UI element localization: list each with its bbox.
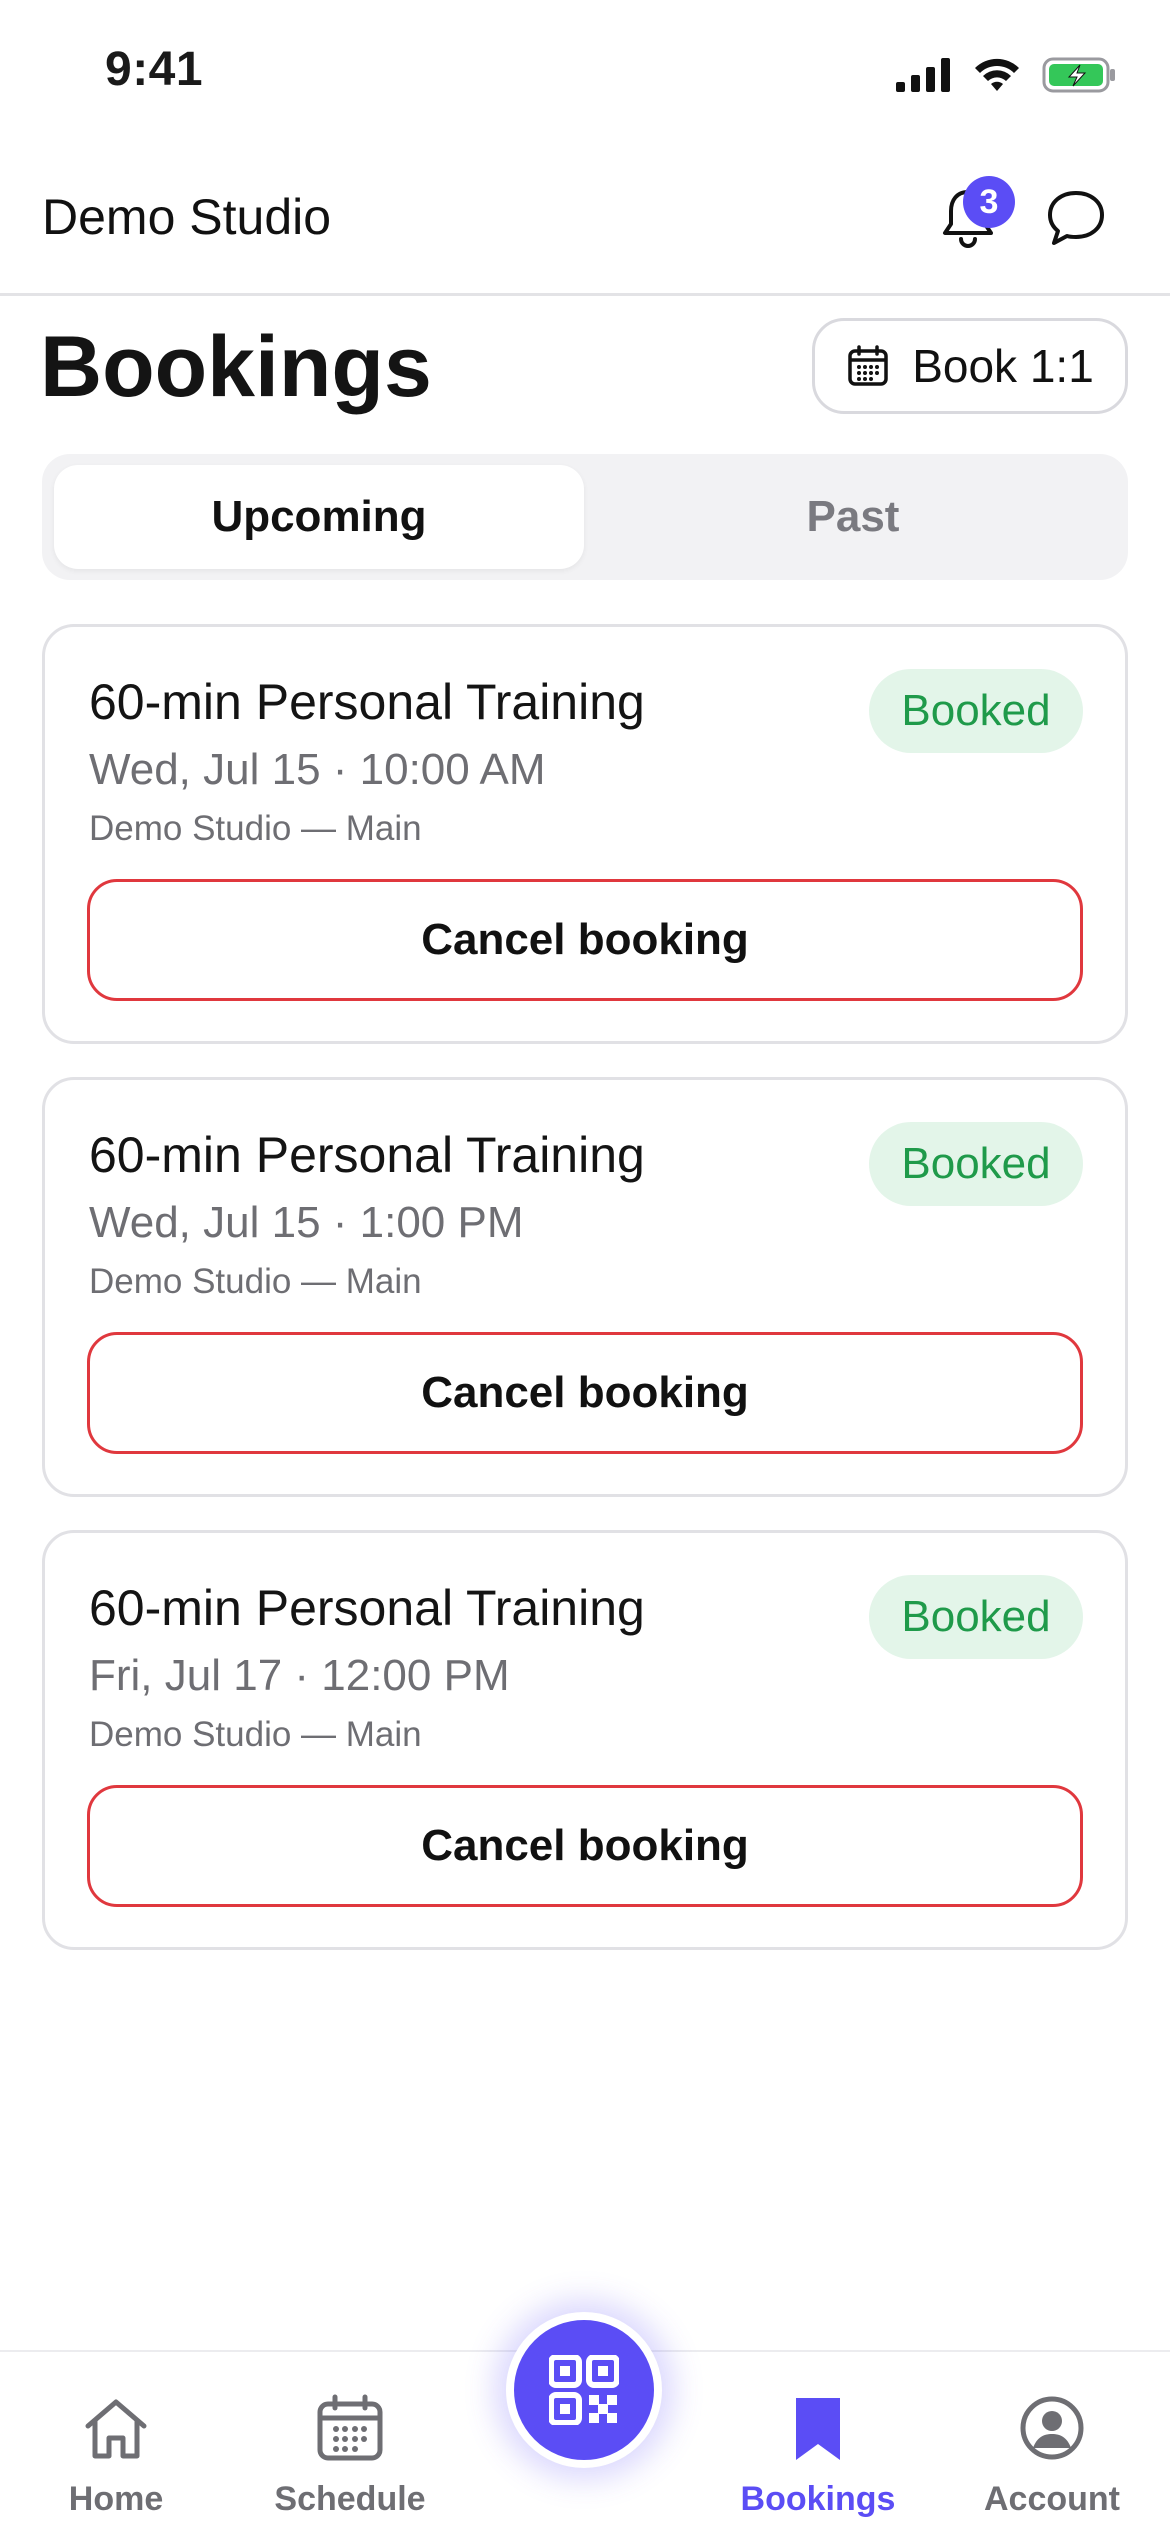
tab-home[interactable]: Home [16,2390,216,2519]
home-icon [78,2390,154,2466]
bookings-screen: 9:41 Demo Studio 3 Bookings Book 1:1 Upc… [0,0,1170,2532]
tab-home-label: Home [68,2480,164,2518]
cellular-signal-icon [896,58,950,92]
status-badge: Booked [869,1575,1083,1659]
tab-account-label: Account [984,2480,1120,2518]
cancel-booking-button[interactable]: Cancel booking [87,1785,1083,1907]
booking-datetime: Wed, Jul 15 · 1:00 PM [89,1198,524,1247]
studio-name: Demo Studio [42,189,332,245]
calendar-icon [848,345,888,386]
booking-card[interactable]: 60-min Personal Training Booked Fri, Jul… [42,1530,1128,1950]
booking-title: 60-min Personal Training [89,674,645,730]
book-one-on-one-label: Book 1:1 [912,340,1094,392]
booking-location: Demo Studio — Main [89,809,422,848]
calendar-icon [312,2390,388,2466]
booking-datetime: Wed, Jul 15 · 10:00 AM [89,745,546,794]
messages-button[interactable] [1036,178,1116,258]
tab-upcoming[interactable]: Upcoming [54,465,584,569]
page-title: Bookings [40,319,432,415]
status-badge: Booked [869,669,1083,753]
account-icon [1014,2390,1090,2466]
status-icons [896,52,1118,98]
qr-scan-button[interactable] [506,2312,662,2468]
booking-title: 60-min Personal Training [89,1127,645,1183]
tab-bookings[interactable]: Bookings [718,2390,918,2519]
booking-title: 60-min Personal Training [89,1580,645,1636]
tab-schedule[interactable]: Schedule [250,2390,450,2519]
notification-count-badge: 3 [963,176,1015,228]
book-one-on-one-button[interactable]: Book 1:1 [812,318,1128,414]
status-time: 9:41 [105,43,204,96]
cancel-booking-button[interactable]: Cancel booking [87,879,1083,1001]
booking-datetime: Fri, Jul 17 · 12:00 PM [89,1651,510,1700]
bookings-filter-tabs: Upcoming Past [42,454,1128,580]
booking-location: Demo Studio — Main [89,1715,422,1754]
tab-bookings-label: Bookings [740,2480,896,2518]
booking-card[interactable]: 60-min Personal Training Booked Wed, Jul… [42,1077,1128,1497]
booking-card[interactable]: 60-min Personal Training Booked Wed, Jul… [42,624,1128,1044]
status-bar: 9:41 [0,0,1170,150]
chat-bubble-icon [1048,191,1104,245]
tab-past[interactable]: Past [588,465,1118,569]
tab-schedule-label: Schedule [274,2480,426,2518]
wifi-icon [975,58,1019,91]
battery-charging-icon [1042,57,1115,93]
bookmark-icon [780,2390,856,2466]
cancel-booking-button[interactable]: Cancel booking [87,1332,1083,1454]
tab-account[interactable]: Account [952,2390,1152,2519]
qr-code-icon [549,2355,619,2425]
status-badge: Booked [869,1122,1083,1206]
booking-location: Demo Studio — Main [89,1262,422,1301]
